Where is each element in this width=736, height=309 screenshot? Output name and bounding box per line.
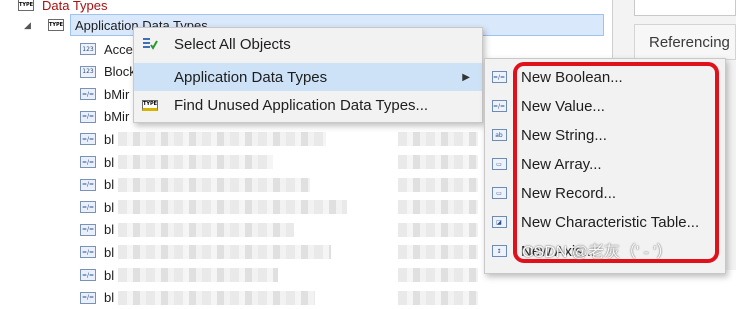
redacted-text [398, 222, 478, 237]
numeric-type-icon: 123 [80, 65, 96, 78]
tree-item-label: bl [104, 222, 115, 238]
redacted-text [118, 132, 326, 147]
redacted-text [118, 268, 278, 282]
tree-item[interactable]: =/= bl [80, 174, 114, 196]
redacted-text [118, 245, 331, 260]
select-all-icon [142, 37, 158, 51]
record-type-icon: ▭ [491, 186, 507, 200]
tree-item-label: Data Types [42, 0, 108, 13]
axis-type-icon: ↕ [491, 244, 507, 258]
menu-item-label: Select All Objects [174, 35, 291, 53]
pane-input[interactable] [634, 0, 736, 16]
tree-item[interactable]: =/= bl [80, 241, 114, 263]
value-type-icon: =/= [80, 133, 96, 146]
value-type-icon: =/= [80, 291, 96, 304]
type-icon: TYPE [48, 19, 64, 31]
redacted-text [118, 155, 273, 169]
string-type-icon: ab [491, 128, 507, 142]
value-type-icon: =/= [80, 246, 96, 259]
menu-item-label: Find Unused Application Data Types... [174, 96, 429, 114]
redacted-text [398, 245, 478, 260]
tree-item-label: Block [104, 64, 136, 80]
type-icon: TYPE [142, 98, 158, 112]
tree-item[interactable]: =/= bl [80, 128, 114, 150]
value-type-icon: =/= [80, 110, 96, 123]
value-type-icon: =/= [80, 156, 96, 168]
submenu-arrow-icon: ▶ [462, 71, 470, 83]
tree-item-label: bl [104, 199, 115, 215]
tree-item[interactable]: =/= bl [80, 287, 114, 309]
array-type-icon: ▭ [491, 157, 507, 171]
value-type-icon: =/= [491, 99, 507, 113]
boolean-type-icon: =/= [491, 70, 507, 84]
tree-item-label: bl [104, 290, 115, 306]
value-type-icon: =/= [80, 178, 96, 191]
tab-referencing[interactable]: Referencing [634, 24, 736, 60]
tree-item[interactable]: 123 Block [80, 61, 136, 83]
value-type-icon: =/= [80, 201, 96, 214]
type-icon: TYPE [18, 0, 34, 11]
tree-item-label: bMir [104, 109, 130, 125]
menu-item-application-data-types[interactable]: Application Data Types ▶ [134, 63, 482, 91]
menu-item-label: Application Data Types [174, 68, 328, 86]
redacted-text [398, 155, 478, 169]
menu-item-find-unused[interactable]: TYPE Find Unused Application Data Types.… [134, 91, 482, 119]
tree-item[interactable]: =/= bl [80, 264, 114, 286]
redacted-text [398, 177, 478, 192]
value-type-icon: =/= [80, 88, 96, 101]
tree-item-label: bl [104, 244, 115, 260]
value-type-icon: =/= [80, 269, 96, 281]
tree-item[interactable]: =/= bl [80, 196, 114, 218]
value-type-icon: =/= [80, 223, 96, 236]
redacted-text [118, 290, 315, 305]
redacted-text [118, 177, 310, 192]
tree-item-label: bl [104, 154, 115, 170]
numeric-type-icon: 123 [80, 43, 96, 55]
redacted-text [398, 268, 478, 282]
tree-item-label: bMir [104, 86, 130, 102]
tree-item[interactable]: =/= bMir [80, 106, 129, 128]
tree-expander[interactable]: ◢ [24, 20, 31, 31]
redacted-text [398, 290, 478, 305]
annotation-frame [513, 62, 719, 263]
tree-item[interactable]: 123 Acce [80, 38, 133, 60]
tree-item-label: bl [104, 131, 115, 147]
redacted-text [398, 200, 478, 215]
tree-item[interactable]: =/= bl [80, 151, 114, 173]
redacted-text [118, 200, 347, 215]
tree-item[interactable]: =/= bMir [80, 83, 129, 105]
redacted-text [398, 132, 478, 147]
watermark: CSDN @老灰（' - '） [522, 244, 673, 261]
redacted-text [118, 222, 294, 237]
context-menu: Select All Objects Application Data Type… [133, 27, 483, 123]
tree-item-label: Acce [104, 41, 133, 57]
menu-item-select-all-objects[interactable]: Select All Objects [134, 30, 482, 58]
tree-item-label: bl [104, 177, 115, 193]
tree-item[interactable]: =/= bl [80, 219, 114, 241]
characteristic-table-icon: ◪ [491, 215, 507, 229]
